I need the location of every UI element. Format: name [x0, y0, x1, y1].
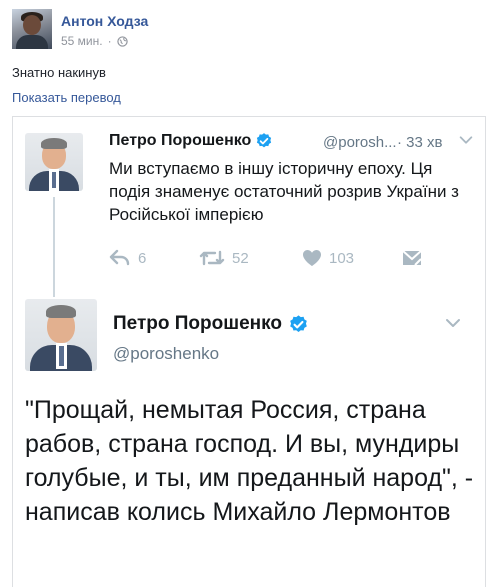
main-tweet-handle: @poroshenko — [113, 344, 220, 363]
retweet-count: 52 — [232, 249, 249, 267]
reply-count: 6 — [138, 249, 147, 267]
reply-action: 6 — [109, 249, 146, 267]
reply-icon — [109, 249, 130, 266]
chevron-down-icon — [459, 136, 473, 144]
chevron-down-icon — [446, 319, 460, 327]
reply-tweet-handle: @porosh... — [323, 134, 397, 151]
verified-icon — [290, 314, 307, 332]
like-action: 103 — [302, 249, 354, 267]
post-header: Антон Ходза 55 мин. · — [12, 9, 482, 51]
direct-message-action — [401, 249, 423, 267]
thread-connector — [53, 197, 55, 297]
reply-tweet-avatar — [25, 133, 83, 191]
main-tweet-text: "Прощай, немытая Россия, страна рабов, с… — [25, 396, 474, 526]
direct-message-icon — [402, 250, 422, 266]
meta-separator: · — [107, 34, 112, 48]
heart-icon — [303, 250, 321, 266]
reply-author-name: Петро Порошенко — [109, 132, 252, 149]
shared-image[interactable]: Петро Порошенко @porosh... · 33 хв Ми вс… — [12, 116, 486, 587]
globe-icon[interactable] — [116, 35, 128, 47]
main-tweet-author: Петро Порошенко — [113, 313, 309, 335]
tweet-actions: 6 52 103 — [109, 249, 429, 271]
author-name-link[interactable]: Антон Ходза — [61, 13, 148, 29]
retweet-icon — [199, 250, 225, 266]
verified-icon — [257, 133, 272, 148]
like-count: 103 — [329, 249, 355, 267]
main-tweet-avatar — [25, 299, 97, 371]
reply-tweet-time: · 33 хв — [397, 134, 443, 151]
show-translation-link[interactable]: Показать перевод — [12, 90, 121, 105]
post-meta: 55 мин. · — [61, 34, 128, 48]
post-text: Знатно накинув — [12, 65, 106, 80]
retweet-action: 52 — [199, 249, 249, 267]
reply-tweet-text: Ми вступаємо в іншу історичну епоху. Ця … — [109, 159, 459, 224]
main-author-name: Петро Порошенко — [113, 313, 282, 334]
reply-tweet-author: Петро Порошенко — [109, 132, 273, 150]
post-timestamp[interactable]: 55 мин. — [61, 34, 103, 48]
author-avatar[interactable] — [12, 9, 52, 49]
